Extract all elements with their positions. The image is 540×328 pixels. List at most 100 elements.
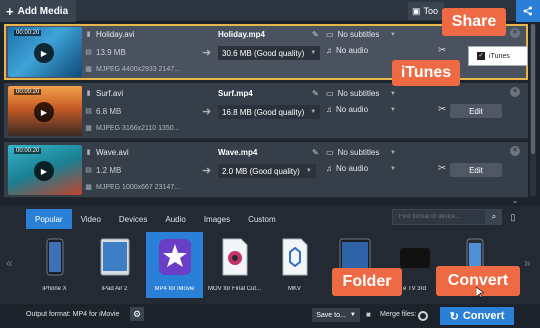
search-icon[interactable]: ⌕: [486, 209, 502, 225]
duration-label: 00:00:20: [14, 148, 42, 154]
subtitles-value: No subtitles: [337, 148, 380, 157]
preset-iphone-x[interactable]: iPhone X: [26, 232, 83, 298]
subtitles-icon: ▭: [326, 89, 334, 98]
preset-mp4-imovie[interactable]: MP4 for iMovie: [146, 232, 203, 298]
subtitles-dropdown[interactable]: ▭ No subtitles: [326, 148, 379, 157]
detect-device-icon[interactable]: ▯: [506, 209, 520, 225]
file-name: Holiday.avi: [96, 30, 135, 39]
audio-dropdown[interactable]: ♫ No audio: [326, 164, 368, 173]
chevron-down-icon[interactable]: ▼: [390, 107, 396, 113]
scroll-right-icon[interactable]: »: [524, 256, 531, 270]
play-icon[interactable]: ▶: [34, 161, 54, 181]
quality-dropdown[interactable]: 16.8 MB (Good quality) ▼: [218, 105, 321, 119]
output-file-name: Holiday.mp4: [218, 30, 265, 39]
preset-label: MOV for Final Cut...: [207, 286, 261, 292]
final-cut-icon: [222, 238, 247, 276]
output-size: 16.8 MB (Good quality): [222, 107, 305, 117]
remove-file-icon[interactable]: ×: [510, 146, 520, 156]
convert-label: Convert: [462, 310, 505, 322]
file-name: Wave.avi: [96, 148, 129, 157]
scroll-left-icon[interactable]: «: [6, 256, 13, 270]
subtitles-dropdown[interactable]: ▭ No subtitles: [326, 30, 379, 39]
file-metadata: MJPEG 1000x667 23147...: [96, 184, 181, 191]
checkbox-checked-icon[interactable]: ✓: [477, 52, 485, 60]
gear-icon[interactable]: ⚙: [130, 307, 144, 321]
video-thumbnail[interactable]: 00:00:20 ▶: [8, 27, 82, 77]
file-size: 1.2 MB: [96, 166, 122, 175]
chevron-down-icon: ▼: [310, 109, 317, 115]
tab-images[interactable]: Images: [195, 209, 239, 229]
callout-share: Share: [442, 8, 506, 36]
output-size: 2.0 MB (Good quality): [222, 166, 300, 176]
chevron-down-icon[interactable]: ▼: [390, 91, 396, 97]
arrow-right-icon: ➜: [202, 106, 212, 118]
output-file-name: Wave.mp4: [218, 148, 258, 157]
subtitles-value: No subtitles: [337, 89, 380, 98]
format-search-input[interactable]: [392, 209, 486, 225]
itunes-option[interactable]: ✓ iTunes: [468, 46, 528, 66]
chevron-down-icon[interactable]: ▼: [390, 166, 396, 172]
chevron-down-icon[interactable]: ▼: [390, 32, 396, 38]
file-row[interactable]: 00:00:20 ▶ ▮ Wave.avi ▤ 1.2 MB ▦ MJPEG 1…: [4, 142, 528, 198]
edit-button[interactable]: Edit: [450, 163, 502, 177]
scrollbar-thumb[interactable]: [531, 24, 535, 154]
edit-button[interactable]: Edit: [450, 104, 502, 118]
toolbox-button[interactable]: ▣ Too: [408, 2, 444, 20]
rename-pencil-icon[interactable]: ✎: [312, 89, 319, 98]
format-tabs: Popular Video Devices Audio Images Custo…: [26, 209, 285, 229]
tab-video[interactable]: Video: [72, 209, 110, 229]
folder-icon[interactable]: ■: [366, 310, 371, 319]
subtitles-dropdown[interactable]: ▭ No subtitles: [326, 89, 379, 98]
audio-icon: ♫: [326, 164, 332, 173]
expand-panel-icon[interactable]: ⌄: [508, 196, 522, 206]
convert-button[interactable]: ↻ Convert: [440, 307, 514, 325]
play-icon[interactable]: ▶: [34, 102, 54, 122]
tab-custom[interactable]: Custom: [239, 209, 285, 229]
preset-mov-final-cut[interactable]: MOV for Final Cut...: [206, 232, 263, 298]
tab-popular[interactable]: Popular: [26, 209, 72, 229]
tab-audio[interactable]: Audio: [156, 209, 194, 229]
save-to-dropdown[interactable]: Save to... ▼: [312, 308, 360, 322]
chevron-down-icon: ▼: [310, 50, 317, 56]
plus-icon: +: [6, 3, 14, 19]
chevron-down-icon: ▼: [349, 312, 356, 318]
chevron-down-icon[interactable]: ▼: [390, 150, 396, 156]
add-media-label: Add Media: [17, 5, 69, 17]
tab-devices[interactable]: Devices: [110, 209, 156, 229]
preset-mkv[interactable]: MKV: [266, 232, 323, 298]
audio-value: No audio: [336, 46, 369, 55]
callout-folder: Folder: [332, 268, 402, 296]
audio-icon: ♫: [326, 46, 332, 55]
rename-pencil-icon[interactable]: ✎: [312, 30, 319, 39]
arrow-right-icon: ➜: [202, 47, 212, 59]
merge-files-toggle[interactable]: [418, 311, 428, 321]
file-metadata: MJPEG 4400x2933 2147...: [96, 66, 181, 73]
audio-value: No audio: [336, 105, 369, 114]
scissors-icon[interactable]: ✂: [438, 163, 446, 174]
quality-dropdown[interactable]: 30.6 MB (Good quality) ▼: [218, 46, 321, 60]
toolbox-icon: ▣: [412, 5, 421, 16]
remove-file-icon[interactable]: ×: [510, 28, 520, 38]
share-button[interactable]: [516, 0, 540, 22]
file-row[interactable]: 00:00:20 ▶ ▮ Surf.avi ▤ 6.8 MB ▦ MJPEG 3…: [4, 83, 528, 139]
scissors-icon[interactable]: ✂: [438, 104, 446, 115]
audio-dropdown[interactable]: ♫ No audio: [326, 105, 368, 114]
footer-bar: Output format: MP4 for iMovie ⚙ Save to.…: [0, 304, 540, 328]
output-size: 30.6 MB (Good quality): [222, 48, 305, 58]
video-thumbnail[interactable]: 00:00:20 ▶: [8, 145, 82, 195]
rename-pencil-icon[interactable]: ✎: [312, 148, 319, 157]
save-to-label: Save to...: [316, 311, 346, 319]
video-thumbnail[interactable]: 00:00:20 ▶: [8, 86, 82, 136]
quality-dropdown[interactable]: 2.0 MB (Good quality) ▼: [218, 164, 316, 178]
add-media-button[interactable]: + Add Media: [0, 0, 77, 22]
preset-label: MP4 for iMovie: [154, 286, 195, 292]
file-list-scrollbar[interactable]: [530, 24, 536, 196]
audio-value: No audio: [336, 164, 369, 173]
audio-dropdown[interactable]: ♫ No audio: [326, 46, 368, 55]
preset-ipad-air-2[interactable]: iPad Air 2: [86, 232, 143, 298]
itunes-option-label: iTunes: [489, 52, 510, 60]
play-icon[interactable]: ▶: [34, 43, 54, 63]
scissors-icon[interactable]: ✂: [438, 45, 446, 56]
file-icon: ▮: [86, 149, 91, 156]
remove-file-icon[interactable]: ×: [510, 87, 520, 97]
